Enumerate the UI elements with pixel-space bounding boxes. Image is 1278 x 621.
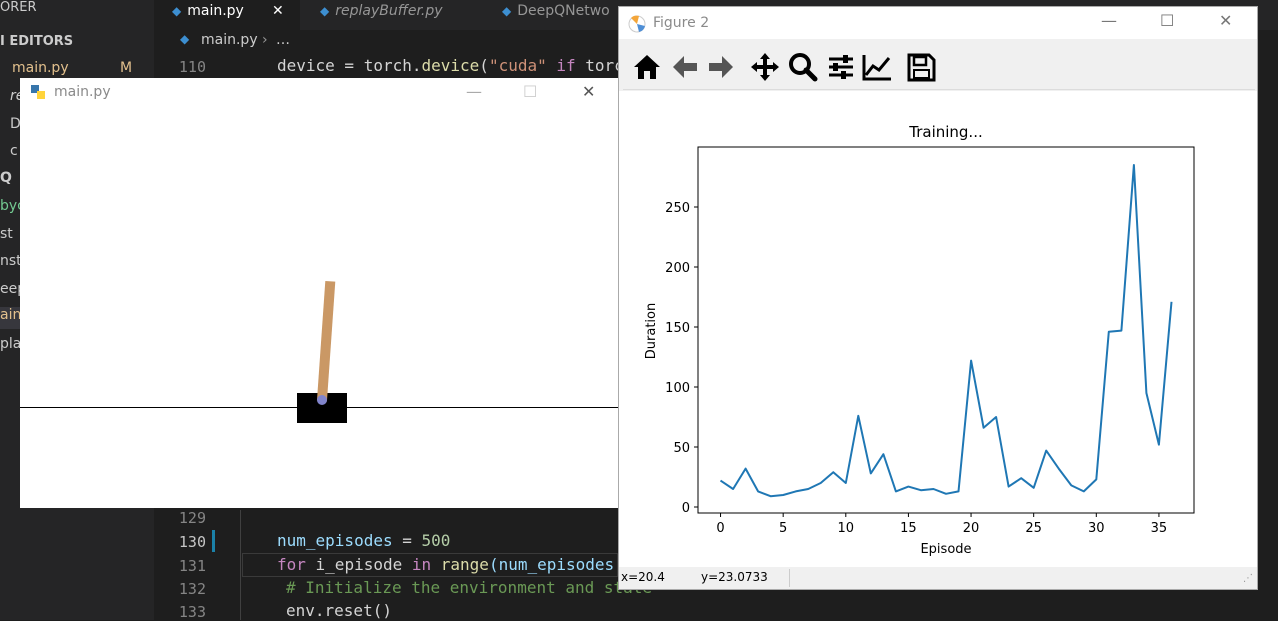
cartpole-window: main.py — ☐ ✕ [20,78,620,508]
y-tick-label: 250 [665,201,690,216]
sidebar-item[interactable]: pla [0,336,21,352]
y-tick-label: 200 [665,261,690,276]
maximize-button[interactable]: ☐ [1160,11,1174,30]
x-tick-label: 20 [963,521,980,536]
sidebar-item-selected[interactable]: ain [0,307,21,329]
window-titlebar[interactable]: Figure 2 — ☐ ✕ [619,7,1257,39]
sidebar-item[interactable]: nst [0,253,22,269]
python-icon: ◆ [320,4,330,18]
cursor-y-readout: y=23.0733 [701,570,768,584]
code-line[interactable]: for i_episode in range(num_episodes [277,555,614,574]
x-tick-label: 35 [1151,521,1168,536]
sidebar-item[interactable]: c [10,143,18,159]
pan-icon[interactable] [749,51,781,83]
chevron-right-icon: › [262,32,268,48]
y-tick-label: 100 [665,381,690,396]
python-icon: ◆ [502,4,512,18]
line-number: 132 [178,580,206,598]
pole [316,280,336,402]
x-tick-label: 30 [1088,521,1105,536]
x-tick-label: 0 [716,521,724,536]
close-button[interactable]: ✕ [1219,11,1232,30]
sidebar-item[interactable]: st [0,226,13,242]
tab-deepqnetwork[interactable]: ◆ DeepQNetwo [484,0,624,30]
x-tick-label: 10 [838,521,855,536]
x-tick-label: 5 [779,521,787,536]
line-number: 131 [178,557,206,575]
cartpole-canvas [20,280,620,423]
minimize-button[interactable]: — [1101,11,1117,30]
figure-window: Figure 2 — ☐ ✕ Training... 0 5 10 15 20 … [618,6,1258,590]
x-tick-label: 25 [1025,521,1042,536]
python-icon: ◆ [172,4,182,18]
indent-guide [240,510,241,620]
figure-canvas[interactable]: Training... 0 5 10 15 20 25 30 35 0 50 100 150 200 2… [619,91,1257,567]
customize-icon[interactable] [861,51,893,83]
chart-title: Training... [908,123,983,141]
close-icon[interactable]: ✕ [272,0,284,22]
open-editor-main-py[interactable]: main.py [12,60,69,76]
y-tick-label: 50 [673,441,690,456]
resize-grip-icon[interactable]: ⋰ [1243,573,1253,584]
open-editors-section[interactable]: I EDITORS [0,34,73,49]
forward-icon[interactable] [705,51,737,83]
breadcrumb-file[interactable]: main.py [201,32,258,48]
tab-replaybuffer-py[interactable]: ◆ replayBuffer.py [302,0,482,30]
python-icon: ◆ [180,32,190,46]
code-line[interactable]: env.reset() [286,601,392,620]
back-icon[interactable] [669,51,701,83]
zoom-icon[interactable] [787,51,819,83]
x-axis-label: Episode [920,542,971,557]
y-axis-label: Duration [644,303,659,359]
window-title: Figure 2 [653,15,710,31]
line-number: 110 [178,58,206,76]
tab-main-py[interactable]: ◆ main.py ✕ [154,0,300,30]
matplotlib-icon [628,15,646,33]
line-number: 133 [178,603,206,621]
y-tick-label: 150 [665,321,690,336]
code-comment[interactable]: # Initialize the environment and state [286,578,652,597]
x-axis: 0 5 10 15 20 25 30 35 [716,513,1167,536]
modified-badge: M [120,60,133,76]
explorer-header: ORER [0,0,37,15]
pole-axle [317,395,327,405]
save-icon[interactable] [905,51,937,83]
y-tick-label: 0 [682,501,690,516]
breadcrumb-rest[interactable]: … [276,32,290,48]
training-chart: Training... 0 5 10 15 20 25 30 35 0 50 100 150 200 2… [644,123,1195,557]
line-number: 129 [178,509,206,527]
y-axis: 0 50 100 150 200 250 [665,201,698,516]
home-icon[interactable] [631,51,663,83]
status-divider [789,569,790,587]
code-line[interactable]: device = torch.device("cuda" if torc [277,56,624,75]
subplots-icon[interactable] [825,51,857,83]
sidebar-folder[interactable]: Q [0,170,12,186]
x-tick-label: 15 [900,521,917,536]
git-change-marker [212,530,215,552]
cursor-x-readout: x=20.4 [621,570,665,584]
line-number: 130 [178,533,206,551]
duration-series-line [719,164,1173,498]
breadcrumb: ◆ main.py › … [154,30,654,52]
status-bar: x=20.4 y=23.0733 ⋰ [619,567,1257,589]
code-line[interactable]: num_episodes = 500 [277,531,450,550]
